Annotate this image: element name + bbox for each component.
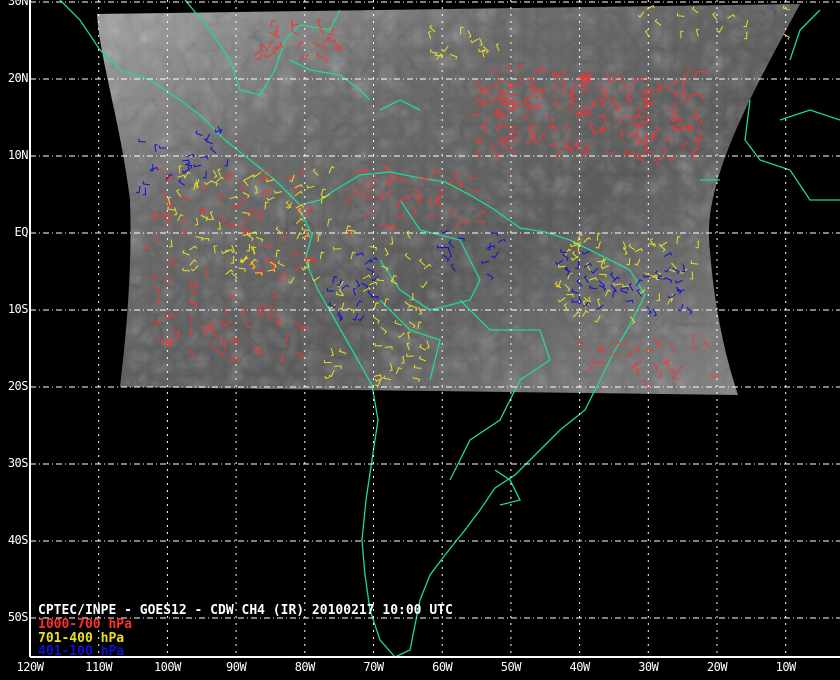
lat-label: 10S xyxy=(7,302,29,316)
lon-label: 20W xyxy=(706,660,728,674)
wind-barb xyxy=(782,33,790,40)
lon-label: 10W xyxy=(775,660,797,674)
lon-label: 100W xyxy=(153,660,181,674)
coastline xyxy=(494,469,521,506)
lon-label: 110W xyxy=(85,660,113,674)
satellite-image xyxy=(97,4,800,395)
legend-high-level: 401-100 hPa xyxy=(38,644,125,659)
coastline xyxy=(744,99,791,171)
legend-low-level: 1000-700 hPa xyxy=(38,617,132,632)
lat-label: 30N xyxy=(7,0,29,8)
lon-label: 60W xyxy=(432,660,453,674)
lon-label: 40W xyxy=(569,660,591,674)
lat-label: 50S xyxy=(7,610,29,624)
lon-label: 50W xyxy=(500,660,522,674)
lon-label: 90W xyxy=(226,660,247,674)
lat-label: 40S xyxy=(7,533,29,547)
satellite-wind-map: 30N 20N 10N EQ 10S 20S 30S 40S 50S 120W 110W 100W 9… xyxy=(0,0,840,680)
lat-label: 20N xyxy=(7,71,29,85)
coastline xyxy=(779,109,840,121)
lon-label: 120W xyxy=(16,660,44,674)
map-title: CPTEC/INPE - GOES12 - CDW CH4 (IR) 20100… xyxy=(38,603,453,618)
lon-label: 70W xyxy=(363,660,384,674)
lat-label: 30S xyxy=(7,456,29,470)
coastline xyxy=(789,169,840,201)
lon-label: 30W xyxy=(638,660,659,674)
lat-label: EQ xyxy=(14,225,29,239)
coastline xyxy=(789,9,821,61)
lat-label: 20S xyxy=(7,379,29,393)
lon-label: 80W xyxy=(294,660,316,674)
map-canvas xyxy=(29,0,840,658)
lat-label: 10N xyxy=(7,148,29,162)
